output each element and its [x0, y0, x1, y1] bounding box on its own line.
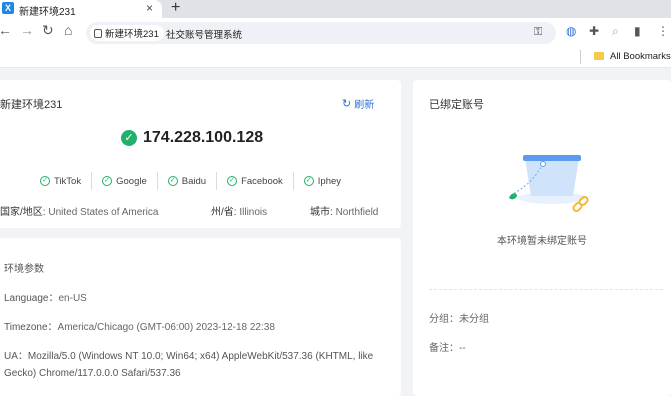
bookmarks-bar: All Bookmarks — [0, 46, 671, 68]
bound-accounts-card: 已绑定账号 本环境暂未绑定账号 分组：未分组 备注：-- — [413, 80, 671, 396]
site-label: TikTok — [54, 175, 82, 187]
app-favicon-icon: X — [2, 2, 14, 14]
ua-label: UA： — [4, 351, 28, 362]
ua-value: Mozilla/5.0 (Windows NT 10.0; Win64; x64… — [4, 351, 374, 379]
city-field: 城市: Northfield — [310, 203, 378, 218]
empty-accounts-text: 本环境暂未绑定账号 — [497, 236, 587, 247]
site-check-tiktok[interactable]: ✓ TikTok — [40, 172, 93, 190]
note-label: 备注： — [429, 343, 459, 354]
group-label: 分组： — [429, 314, 459, 325]
note-field: 备注：-- — [429, 339, 466, 354]
timezone-field: Timezone：America/Chicago (GMT-06:00) 202… — [4, 318, 275, 333]
tab-title: 新建环境231 — [19, 7, 76, 18]
country-field: 国家/地区: United States of America — [0, 203, 158, 218]
note-value: -- — [459, 343, 466, 354]
illus-leaf — [509, 193, 517, 200]
site-check-baidu[interactable]: ✓ Baidu — [167, 172, 218, 190]
refresh-icon: ↻ — [342, 98, 352, 110]
site-label: Baidu — [181, 175, 207, 187]
sidepanel-icon[interactable]: ▮ — [634, 24, 641, 38]
group-field: 分组：未分组 — [429, 310, 489, 325]
check-icon: ✓ — [40, 176, 50, 186]
check-icon: ✓ — [303, 176, 314, 186]
all-bookmarks-link[interactable]: All Bookmarks — [610, 51, 671, 62]
check-icon: ✓ — [227, 176, 238, 186]
url-text: 社交账号管理系统 — [166, 30, 243, 41]
site-label: Facebook — [241, 175, 283, 187]
site-check-list: ✓ TikTok ✓ Google ✓ Baidu ✓ Facebook ✓ I… — [40, 171, 361, 191]
site-chip[interactable]: 新建环境231 — [90, 25, 164, 41]
tab-close-icon[interactable]: × — [146, 1, 153, 15]
state-label: 州/省: — [211, 207, 237, 218]
empty-box-illustration — [509, 155, 589, 213]
password-key-icon[interactable]: ⚿ — [534, 26, 542, 39]
illus-dot — [540, 161, 546, 167]
address-bar[interactable]: 新建环境231 社交账号管理系统 ⚿ — [86, 22, 556, 44]
city-label: 城市: — [310, 207, 333, 218]
browser-toolbar: ← → ↻ ⌂ 新建环境231 社交账号管理系统 ⚿ ◍ ✚ ⌕ ▮ ⋮ — [0, 18, 671, 46]
browser-tab[interactable]: X 新建环境231 × — [0, 0, 162, 18]
language-label: Language： — [4, 293, 59, 304]
refresh-label: 刷新 — [354, 100, 375, 111]
forward-icon[interactable]: → — [20, 22, 34, 38]
reload-icon[interactable]: ↻ — [42, 22, 54, 39]
back-icon[interactable]: ← — [0, 22, 12, 38]
state-field: 州/省: Illinois — [211, 203, 267, 218]
menu-icon[interactable]: ⋮ — [657, 24, 669, 38]
extensions-icon[interactable]: ✚ — [589, 24, 599, 38]
ip-info-card: 新建环境231 ↻ 刷新 ✓ 174.228.100.128 ✓ TikTok … — [0, 80, 401, 228]
bound-accounts-title: 已绑定账号 — [429, 99, 484, 111]
page-icon — [94, 28, 102, 38]
illus-box — [525, 158, 579, 196]
new-tab-icon[interactable]: + — [171, 0, 180, 17]
folder-icon — [594, 52, 604, 60]
environment-params-card: 环境参数 Language：en-US Timezone：America/Chi… — [0, 238, 401, 396]
site-label: Google — [116, 175, 147, 187]
ip-row: ✓ 174.228.100.128 — [121, 129, 263, 147]
check-circle-icon: ✓ — [121, 130, 137, 146]
globe-icon[interactable]: ◍ — [566, 24, 576, 38]
state-value: Illinois — [239, 207, 268, 218]
country-label: 国家/地区: — [0, 207, 46, 218]
illus-box-lid — [523, 155, 581, 161]
timezone-value: America/Chicago (GMT-06:00) 2023-12-18 2… — [57, 322, 275, 333]
language-value: en-US — [58, 293, 87, 304]
refresh-button[interactable]: ↻ 刷新 — [342, 96, 374, 111]
browser-tab-bar: X 新建环境231 × + — [0, 0, 671, 18]
home-icon[interactable]: ⌂ — [64, 22, 72, 38]
divider — [429, 289, 663, 290]
params-title: 环境参数 — [4, 264, 44, 275]
site-check-facebook[interactable]: ✓ Facebook — [227, 172, 294, 190]
ip-address: 174.228.100.128 — [143, 129, 264, 146]
language-field: Language：en-US — [4, 289, 87, 304]
check-icon: ✓ — [102, 176, 113, 186]
bookmarks-divider — [580, 50, 581, 64]
user-agent-field: UA：Mozilla/5.0 (Windows NT 10.0; Win64; … — [4, 348, 389, 382]
timezone-label: Timezone： — [4, 322, 58, 333]
country-value: United States of America — [48, 207, 159, 218]
site-check-iphey[interactable]: ✓ Iphey — [303, 172, 351, 190]
site-check-google[interactable]: ✓ Google — [102, 172, 158, 190]
environment-name: 新建环境231 — [0, 99, 63, 111]
group-value: 未分组 — [459, 314, 489, 325]
city-value: Northfield — [335, 207, 379, 218]
check-icon: ✓ — [167, 176, 178, 186]
site-chip-label: 新建环境231 — [105, 29, 159, 40]
site-label: Iphey — [317, 175, 342, 187]
search-icon[interactable]: ⌕ — [612, 24, 619, 39]
